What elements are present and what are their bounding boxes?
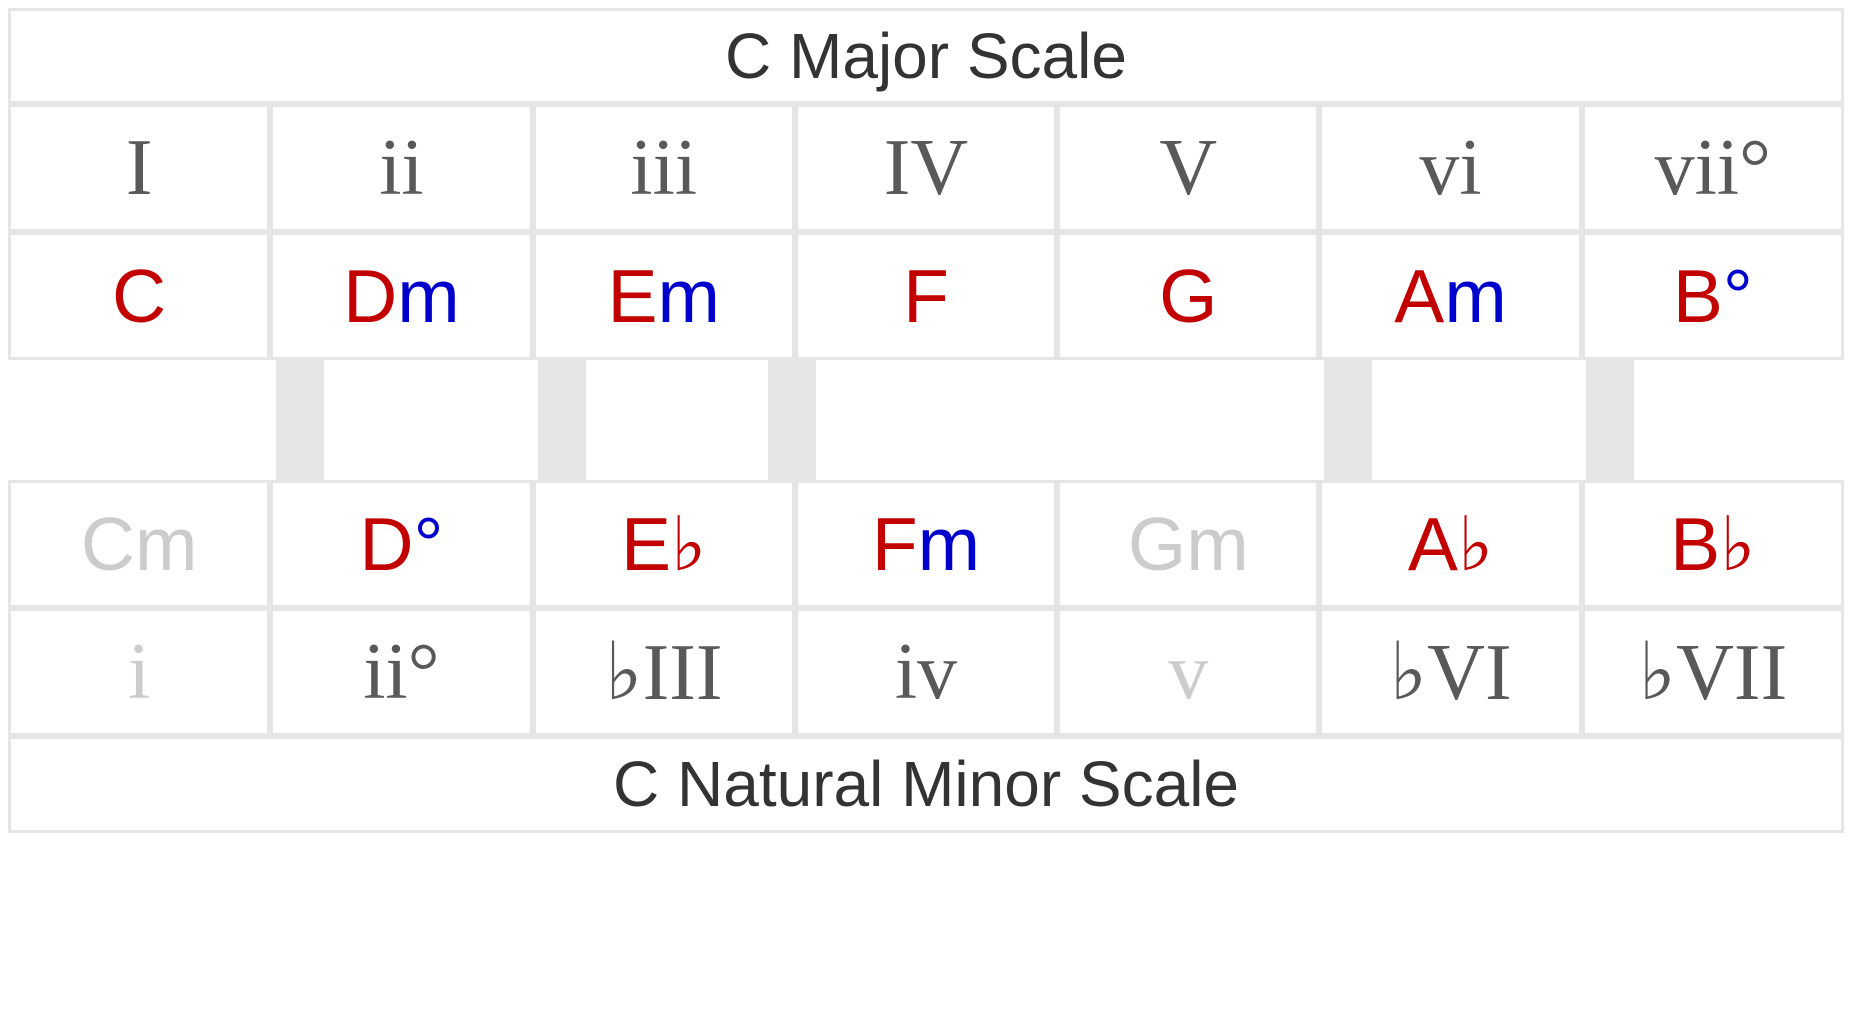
minor-roman-5: v — [1057, 608, 1319, 736]
major-roman-1: I — [8, 104, 270, 232]
minor-chord-1: Cm — [8, 480, 270, 608]
major-chord-1: C — [8, 232, 270, 360]
major-roman-5: V — [1057, 104, 1319, 232]
chord-quality: ° — [1723, 253, 1753, 339]
chord-quality: m — [135, 501, 197, 587]
chord-root: F — [903, 253, 949, 339]
minor-roman-6: ♭VI — [1319, 608, 1581, 736]
chord-quality: m — [918, 501, 980, 587]
connector — [538, 360, 586, 480]
connector — [1324, 360, 1372, 480]
major-roman-2: ii — [270, 104, 532, 232]
chord-quality: m — [1186, 501, 1248, 587]
chord-root: E — [621, 501, 671, 587]
connector — [1586, 360, 1634, 480]
minor-roman-row: i ii° ♭III iv v ♭VI ♭VII — [8, 608, 1844, 736]
major-chord-3: Em — [533, 232, 795, 360]
minor-chord-5: Gm — [1057, 480, 1319, 608]
chord-root: E — [607, 253, 657, 339]
major-roman-4: IV — [795, 104, 1057, 232]
minor-roman-1: i — [8, 608, 270, 736]
major-chord-5: G — [1057, 232, 1319, 360]
chord-quality: ♭ — [1720, 500, 1755, 589]
major-chord-2: Dm — [270, 232, 532, 360]
chord-root: A — [1394, 253, 1444, 339]
major-roman-row: I ii iii IV V vi vii° — [8, 104, 1844, 232]
connector — [276, 360, 324, 480]
minor-chord-6: A♭ — [1319, 480, 1581, 608]
chord-quality: m — [657, 253, 719, 339]
minor-chord-3: E♭ — [533, 480, 795, 608]
minor-chord-row: Cm D° E♭ Fm Gm A♭ B♭ — [8, 480, 1844, 608]
chord-root: B — [1670, 501, 1720, 587]
minor-chord-4: Fm — [795, 480, 1057, 608]
major-roman-3: iii — [533, 104, 795, 232]
chord-root: F — [872, 501, 918, 587]
connector-band — [8, 360, 1844, 480]
major-roman-7: vii° — [1582, 104, 1844, 232]
minor-chord-2: D° — [270, 480, 532, 608]
chord-quality: ♭ — [671, 500, 706, 589]
scale-diagram: C Major Scale I ii iii IV V vi vii° C Dm… — [8, 8, 1844, 833]
minor-roman-7: ♭VII — [1582, 608, 1844, 736]
chord-quality: ♭ — [1458, 500, 1493, 589]
chord-root: C — [112, 253, 166, 339]
chord-root: G — [1159, 253, 1217, 339]
connector — [768, 360, 816, 480]
major-chord-7: B° — [1582, 232, 1844, 360]
major-chord-4: F — [795, 232, 1057, 360]
chord-root: C — [81, 501, 135, 587]
chord-quality: m — [1444, 253, 1506, 339]
chord-root: A — [1408, 501, 1458, 587]
chord-root: D — [359, 501, 413, 587]
chord-quality: ° — [414, 501, 444, 587]
major-chord-row: C Dm Em F G Am B° — [8, 232, 1844, 360]
chord-root: G — [1128, 501, 1186, 587]
chord-root: B — [1673, 253, 1723, 339]
minor-roman-3: ♭III — [533, 608, 795, 736]
chord-root: D — [343, 253, 397, 339]
major-title: C Major Scale — [8, 8, 1844, 104]
minor-title: C Natural Minor Scale — [8, 736, 1844, 832]
major-roman-6: vi — [1319, 104, 1581, 232]
minor-roman-2: ii° — [270, 608, 532, 736]
minor-chord-7: B♭ — [1582, 480, 1844, 608]
chord-quality: m — [397, 253, 459, 339]
major-chord-6: Am — [1319, 232, 1581, 360]
minor-roman-4: iv — [795, 608, 1057, 736]
